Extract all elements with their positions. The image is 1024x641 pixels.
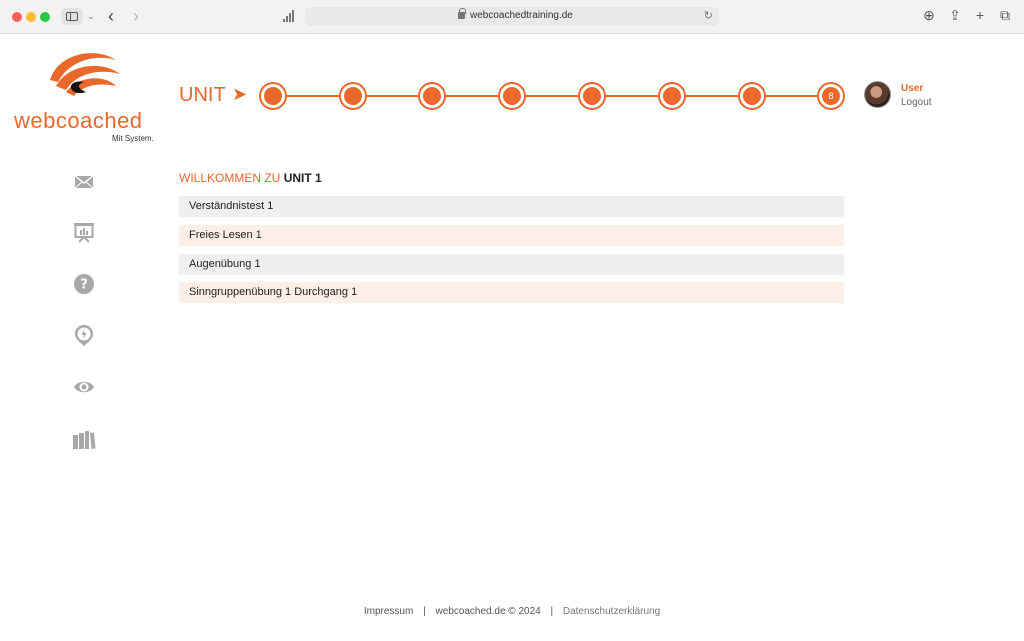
footer: Impressum | webcoached.de © 2024 | Daten… — [0, 606, 1024, 617]
logo-swoosh-icon — [50, 53, 120, 96]
address-bar[interactable]: webcoachedtraining.de ↻ — [305, 7, 719, 26]
brand-logo[interactable]: webcoached Mit System. — [12, 46, 157, 146]
forward-button[interactable]: › — [133, 6, 139, 27]
welcome-prefix: WILLKOMMEN ZU — [179, 171, 281, 185]
lightning-pin-icon[interactable] — [72, 323, 96, 347]
unit-step[interactable] — [498, 82, 526, 110]
unit-step[interactable] — [259, 82, 287, 110]
datenschutz-link[interactable]: Datenschutzerklärung — [563, 606, 660, 617]
books-icon[interactable] — [72, 427, 96, 451]
impressum-link[interactable]: Impressum — [364, 606, 413, 617]
unit-step[interactable] — [418, 82, 446, 110]
exercise-item[interactable]: Freies Lesen 1 — [179, 225, 844, 246]
unit-label: UNIT — [179, 84, 226, 106]
close-window-button[interactable] — [12, 12, 22, 22]
mail-icon[interactable] — [72, 170, 96, 194]
privacy-report-icon[interactable] — [283, 10, 295, 22]
url-text: webcoachedtraining.de — [470, 10, 573, 21]
new-tab-icon[interactable]: + — [971, 7, 989, 23]
unit-step-number: 8 — [828, 91, 834, 101]
browser-toolbar: ⌄ ‹ › webcoachedtraining.de ↻ ⊕ ⇪ + ⧉ — [0, 0, 1024, 34]
exercise-item[interactable]: Verständnistest 1 — [179, 196, 844, 217]
user-name-link[interactable]: User — [901, 83, 923, 94]
page-title: WILLKOMMEN ZU UNIT 1 — [179, 171, 322, 185]
zoom-window-button[interactable] — [40, 12, 50, 22]
share-icon[interactable]: ⇪ — [946, 7, 964, 24]
logout-link[interactable]: Logout — [901, 97, 932, 108]
chevron-down-icon[interactable]: ⌄ — [87, 11, 95, 22]
reload-icon[interactable]: ↻ — [704, 9, 713, 22]
unit-arrow-icon: ➤ — [232, 84, 248, 104]
help-icon[interactable]: ? — [72, 272, 96, 296]
presentation-chart-icon[interactable] — [72, 220, 96, 244]
minimize-window-button[interactable] — [26, 12, 36, 22]
lock-icon — [458, 8, 466, 19]
downloads-icon[interactable]: ⊕ — [920, 7, 938, 24]
svg-text:?: ? — [80, 278, 88, 293]
exercise-item[interactable]: Sinngruppenübung 1 Durchgang 1 — [179, 282, 844, 303]
unit-step[interactable] — [339, 82, 367, 110]
unit-step-current[interactable]: 8 — [817, 82, 845, 110]
welcome-unit: UNIT 1 — [283, 171, 322, 185]
brand-name: webcoached — [14, 108, 143, 133]
copyright-text: webcoached.de © 2024 — [435, 606, 541, 617]
unit-step[interactable] — [658, 82, 686, 110]
avatar[interactable] — [864, 81, 891, 108]
brand-tagline: Mit System. — [112, 134, 154, 143]
footer-separator: | — [550, 606, 554, 617]
back-button[interactable]: ‹ — [108, 6, 114, 27]
unit-step[interactable] — [578, 82, 606, 110]
exercise-item[interactable]: Augenübung 1 — [179, 254, 844, 275]
sidebar-toggle-button[interactable] — [61, 8, 83, 25]
unit-step[interactable] — [738, 82, 766, 110]
eye-icon[interactable] — [72, 375, 96, 399]
sidebar-icon — [66, 12, 78, 21]
footer-separator: | — [423, 606, 426, 617]
tab-overview-icon[interactable]: ⧉ — [996, 7, 1014, 24]
